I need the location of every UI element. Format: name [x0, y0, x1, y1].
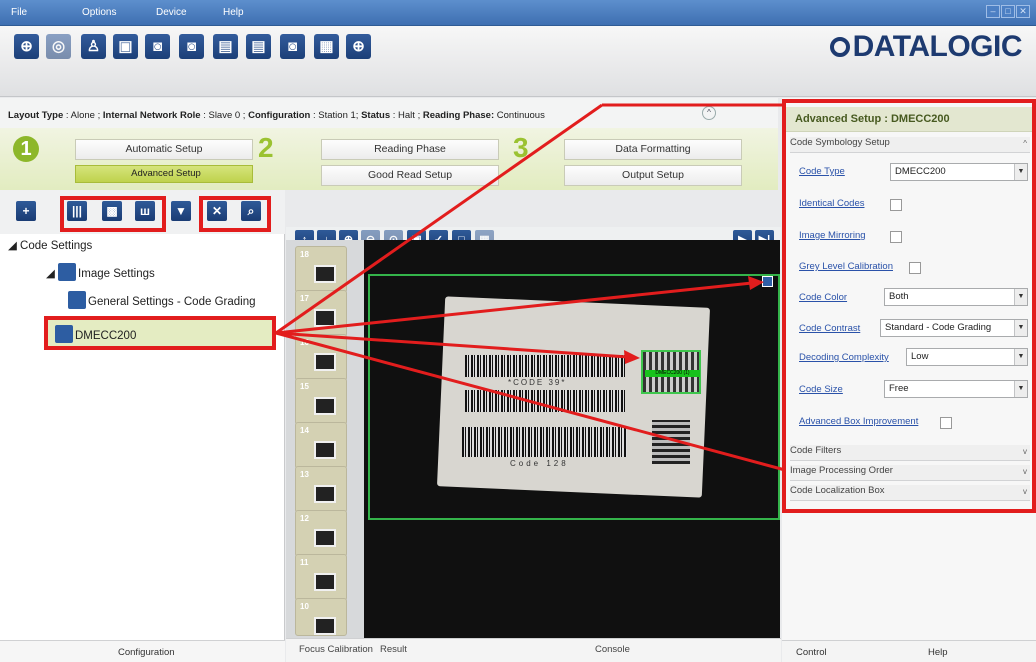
edit-buttons-highlight: [199, 196, 271, 232]
thumbnail[interactable]: 12: [295, 510, 347, 557]
right-bottom-tabs: Control Help: [782, 640, 1036, 662]
tree-item-dmecc200[interactable]: DMECC200: [55, 325, 136, 343]
device-icon[interactable]: ▣: [113, 34, 138, 59]
close-icon[interactable]: ✕: [1016, 5, 1030, 18]
tree-item-general-settings[interactable]: General Settings - Code Grading: [68, 291, 255, 309]
add-icon[interactable]: +: [16, 201, 36, 221]
thumbnail[interactable]: 10: [295, 598, 347, 636]
step-1-badge: 1: [13, 136, 39, 162]
main-toolbar: ⊕ ◎ ♙ ▣ ◙ ◙ ▤ ▤ ◙ ▦ ⊕ DATALOGIC: [0, 26, 1036, 97]
datamatrix-icon: [55, 325, 73, 343]
bottom-tabs: Focus Calibration Result Console: [286, 638, 781, 662]
app-window: File Options Device Help – □ ✕ ⊕ ◎ ♙ ▣ ◙…: [0, 0, 1036, 662]
thumbnail[interactable]: 11: [295, 554, 347, 601]
menu-bar: File Options Device Help – □ ✕: [0, 0, 1036, 26]
filter-icon[interactable]: ▼: [171, 201, 191, 221]
thumbnail[interactable]: 18: [295, 246, 347, 293]
tab-control[interactable]: Control: [796, 647, 827, 658]
configuration-tree-panel: [0, 190, 285, 662]
thumbnail[interactable]: 15: [295, 378, 347, 425]
status-text: Layout Type : Alone ; Internal Network R…: [8, 110, 545, 121]
diagnostics-icon[interactable]: ▦: [314, 34, 339, 59]
tab-focus-calibration[interactable]: Focus Calibration: [299, 644, 373, 655]
output-setup-button[interactable]: Output Setup: [564, 165, 742, 186]
tab-help[interactable]: Help: [928, 647, 948, 658]
automatic-setup-button[interactable]: Automatic Setup: [75, 139, 253, 160]
tab-console[interactable]: Console: [595, 644, 630, 655]
step-2-number: 2: [258, 132, 274, 163]
roi-settings-icon[interactable]: [762, 276, 773, 287]
capture-icon[interactable]: ◙: [179, 34, 204, 59]
collapse-icon[interactable]: ^: [702, 106, 716, 120]
window-controls: – □ ✕: [985, 5, 1030, 20]
tree-root-code-settings[interactable]: ◢ Code Settings: [8, 238, 92, 252]
minimize-icon[interactable]: –: [986, 5, 1000, 18]
advanced-setup-highlight: [782, 99, 1036, 513]
statistics-icon[interactable]: ◙: [280, 34, 305, 59]
connect-icon[interactable]: ⊕: [14, 34, 39, 59]
save-config-icon[interactable]: ▤: [246, 34, 271, 59]
menu-file[interactable]: File: [11, 7, 27, 18]
datalogic-logo: DATALOGIC: [829, 30, 1023, 64]
open-config-icon[interactable]: ▤: [213, 34, 238, 59]
tree-item-image-settings[interactable]: ◢ Image Settings: [46, 263, 155, 281]
thumbnail[interactable]: 14: [295, 422, 347, 469]
network-icon[interactable]: ◎: [46, 34, 71, 59]
good-read-setup-button[interactable]: Good Read Setup: [321, 165, 499, 186]
crosshair-icon[interactable]: ⊕: [346, 34, 371, 59]
monitor-icon[interactable]: ◙: [145, 34, 170, 59]
step-3-number: 3: [513, 132, 529, 163]
reading-phase-button[interactable]: Reading Phase: [321, 139, 499, 160]
symbology-buttons-highlight: [60, 196, 166, 232]
thumbnail[interactable]: 17: [295, 290, 347, 337]
left-footer-tab[interactable]: Configuration: [0, 640, 285, 662]
wrench-icon: [68, 291, 86, 309]
thumbnail[interactable]: 13: [295, 466, 347, 513]
user-icon[interactable]: ♙: [81, 34, 106, 59]
menu-help[interactable]: Help: [223, 7, 244, 18]
data-formatting-button[interactable]: Data Formatting: [564, 139, 742, 160]
roi-frame: [368, 274, 780, 520]
image-settings-icon: [58, 263, 77, 281]
maximize-icon[interactable]: □: [1001, 5, 1015, 18]
menu-device[interactable]: Device: [156, 7, 187, 18]
advanced-setup-button[interactable]: Advanced Setup: [75, 165, 253, 183]
menu-options[interactable]: Options: [82, 7, 116, 18]
tab-result[interactable]: Result: [380, 644, 407, 655]
thumbnail[interactable]: 16: [295, 334, 347, 381]
